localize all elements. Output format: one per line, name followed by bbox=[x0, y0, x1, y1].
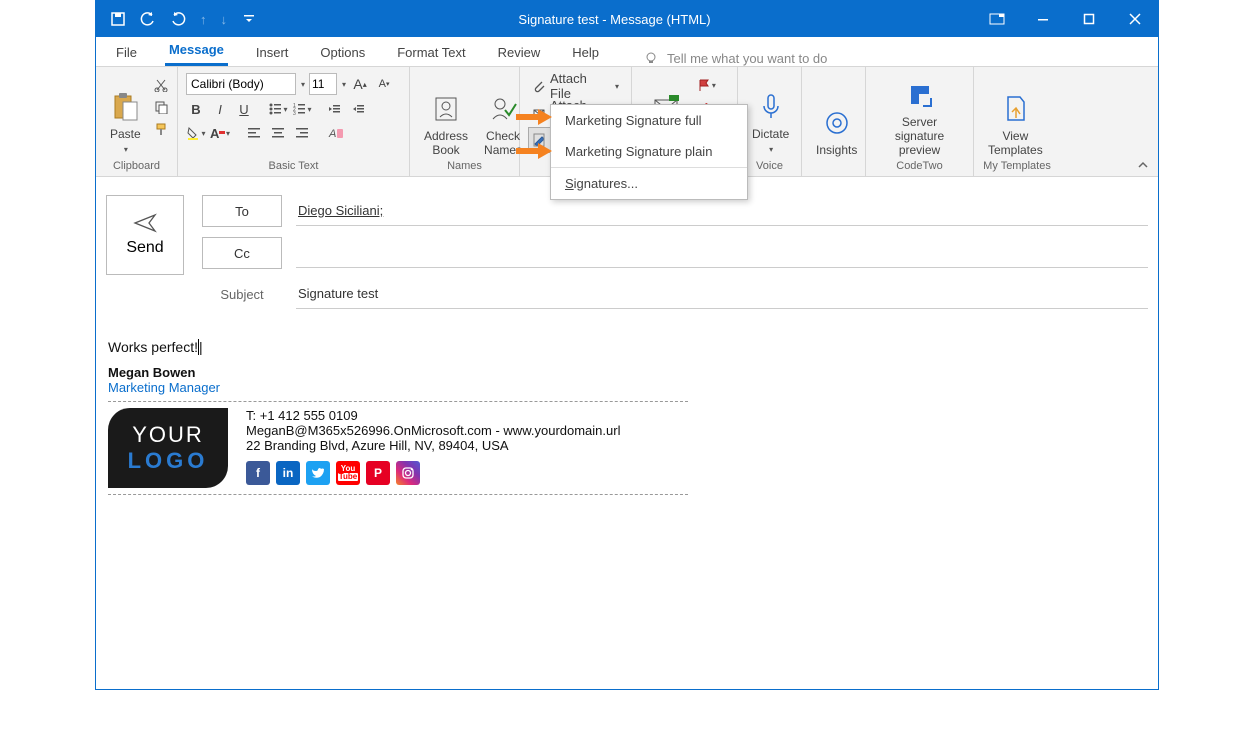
align-left-icon[interactable] bbox=[244, 123, 264, 143]
follow-up-flag-icon[interactable]: ▾ bbox=[696, 75, 716, 95]
grow-font-icon[interactable]: A▴ bbox=[350, 74, 370, 94]
copy-icon[interactable] bbox=[151, 97, 171, 117]
insights-button[interactable]: Insights bbox=[810, 71, 863, 159]
signatures-manage-item[interactable]: SSignatures...ignatures... bbox=[551, 168, 747, 199]
group-label: Basic Text bbox=[186, 160, 401, 174]
cc-field[interactable] bbox=[296, 238, 1148, 268]
bullets-icon[interactable]: ▾ bbox=[268, 99, 288, 119]
cc-button[interactable]: Cc bbox=[202, 237, 282, 269]
group-label: My Templates bbox=[982, 160, 1052, 174]
check-names-icon bbox=[489, 91, 517, 127]
lightbulb-icon bbox=[643, 50, 659, 66]
font-color-icon[interactable]: A▾ bbox=[210, 123, 230, 143]
annotation-arrow-icon bbox=[516, 107, 552, 127]
signature-title: Marketing Manager bbox=[108, 380, 1146, 395]
insights-icon bbox=[823, 105, 851, 141]
logo-placeholder: YOUR LOGO bbox=[108, 408, 228, 488]
svg-text:A: A bbox=[328, 128, 336, 140]
dictate-button[interactable]: Dictate▾ bbox=[746, 71, 795, 159]
font-family-input[interactable] bbox=[186, 73, 296, 95]
to-button[interactable]: To bbox=[202, 195, 282, 227]
subject-label: Subject bbox=[202, 287, 282, 302]
outlook-message-window: ↑ ↓ Signature test - Message (HTML) File… bbox=[95, 0, 1159, 690]
collapse-ribbon-icon[interactable] bbox=[1136, 158, 1150, 172]
tab-file[interactable]: File bbox=[112, 39, 141, 66]
tab-insert[interactable]: Insert bbox=[252, 39, 293, 66]
attach-file-button[interactable]: Attach File▾ bbox=[528, 73, 623, 99]
decrease-indent-icon[interactable] bbox=[324, 99, 344, 119]
align-right-icon[interactable] bbox=[292, 123, 312, 143]
instagram-icon[interactable] bbox=[396, 461, 420, 485]
signature-dropdown: Marketing Signature full Marketing Signa… bbox=[550, 104, 748, 200]
pinterest-icon[interactable]: P bbox=[366, 461, 390, 485]
close-icon[interactable] bbox=[1112, 1, 1158, 37]
numbering-icon[interactable]: 123▾ bbox=[292, 99, 312, 119]
minimize-icon[interactable] bbox=[1020, 1, 1066, 37]
italic-icon[interactable]: I bbox=[210, 99, 230, 119]
chevron-down-icon[interactable]: ▾ bbox=[342, 80, 346, 89]
nav-down-icon: ↓ bbox=[221, 12, 228, 27]
qat-customize-icon[interactable] bbox=[243, 13, 255, 25]
tab-format-text[interactable]: Format Text bbox=[393, 39, 469, 66]
tab-options[interactable]: Options bbox=[316, 39, 369, 66]
group-label: Names bbox=[418, 160, 511, 174]
server-signature-preview-button[interactable]: Server signature preview bbox=[874, 71, 965, 159]
maximize-icon[interactable] bbox=[1066, 1, 1112, 37]
view-templates-button[interactable]: View Templates bbox=[982, 71, 1049, 159]
increase-indent-icon[interactable] bbox=[348, 99, 368, 119]
group-label: CodeTwo bbox=[874, 160, 965, 174]
facebook-icon[interactable]: f bbox=[246, 461, 270, 485]
chevron-down-icon[interactable]: ▾ bbox=[301, 80, 305, 89]
signature-address: 22 Branding Blvd, Azure Hill, NV, 89404,… bbox=[246, 438, 620, 453]
microphone-icon bbox=[758, 89, 784, 125]
tab-message[interactable]: Message bbox=[165, 36, 228, 66]
ribbon-tabs: File Message Insert Options Format Text … bbox=[96, 37, 1158, 67]
signature-menu-item[interactable]: Marketing Signature plain bbox=[551, 136, 747, 167]
send-button[interactable]: Send bbox=[106, 195, 184, 275]
window-title: Signature test - Message (HTML) bbox=[255, 12, 974, 27]
highlight-icon[interactable]: ▾ bbox=[186, 123, 206, 143]
underline-icon[interactable]: U bbox=[234, 99, 254, 119]
address-book-icon bbox=[432, 91, 460, 127]
to-field[interactable]: Diego Siciliani; bbox=[296, 196, 1148, 226]
format-painter-icon[interactable] bbox=[151, 119, 171, 139]
twitter-icon[interactable] bbox=[306, 461, 330, 485]
youtube-icon[interactable]: YouTube bbox=[336, 461, 360, 485]
save-icon[interactable] bbox=[110, 11, 126, 27]
message-body[interactable]: Works perfect!| Megan Bowen Marketing Ma… bbox=[96, 329, 1158, 511]
paste-icon bbox=[111, 89, 139, 125]
signature-email: MeganB@M365x526996.OnMicrosoft.com - www… bbox=[246, 423, 620, 438]
svg-text:3: 3 bbox=[293, 111, 296, 116]
codetwo-icon bbox=[905, 77, 935, 113]
group-label: Clipboard bbox=[104, 160, 169, 174]
clear-formatting-icon[interactable]: A bbox=[326, 123, 346, 143]
tell-me-input[interactable]: Tell me what you want to do bbox=[667, 51, 827, 66]
group-label: Voice bbox=[746, 160, 793, 174]
address-book-button[interactable]: Address Book bbox=[418, 71, 474, 159]
nav-up-icon: ↑ bbox=[200, 12, 207, 27]
subject-field[interactable]: Signature test bbox=[296, 279, 1148, 309]
linkedin-icon[interactable]: in bbox=[276, 461, 300, 485]
signature-name: Megan Bowen bbox=[108, 365, 1146, 380]
annotation-arrow-icon bbox=[516, 141, 552, 161]
send-label: Send bbox=[126, 239, 163, 257]
font-size-input[interactable] bbox=[309, 73, 337, 95]
templates-icon bbox=[1002, 91, 1028, 127]
send-icon bbox=[133, 213, 157, 233]
signature-phone: T: +1 412 555 0109 bbox=[246, 408, 620, 423]
paperclip-icon bbox=[532, 79, 546, 93]
paste-button[interactable]: Paste▾ bbox=[104, 71, 147, 159]
ribbon-display-icon[interactable] bbox=[974, 1, 1020, 37]
cut-icon[interactable] bbox=[151, 75, 171, 95]
tab-help[interactable]: Help bbox=[568, 39, 603, 66]
redo-icon[interactable] bbox=[170, 11, 186, 27]
tab-review[interactable]: Review bbox=[494, 39, 545, 66]
align-center-icon[interactable] bbox=[268, 123, 288, 143]
group-label bbox=[810, 160, 857, 174]
bold-icon[interactable]: B bbox=[186, 99, 206, 119]
title-bar: ↑ ↓ Signature test - Message (HTML) bbox=[96, 1, 1158, 37]
shrink-font-icon[interactable]: A▾ bbox=[374, 74, 394, 94]
undo-icon[interactable] bbox=[140, 11, 156, 27]
signature-menu-item[interactable]: Marketing Signature full bbox=[551, 105, 747, 136]
